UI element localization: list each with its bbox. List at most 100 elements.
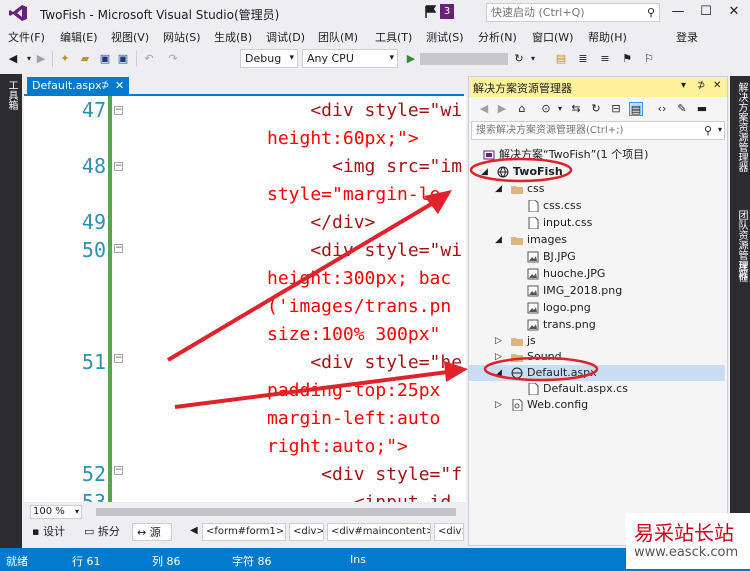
chevron-down-icon[interactable]: ▾ (718, 125, 722, 134)
tree-item-file-selected[interactable]: ◢ Default.aspx (469, 365, 725, 381)
tree-item-folder[interactable]: ◢ css (469, 181, 725, 197)
refresh-dropdown-icon[interactable]: ▾ (526, 52, 540, 66)
source-view-tab[interactable]: ↔ 源 (132, 523, 172, 541)
chevron-down-icon[interactable]: ▾ (681, 80, 686, 91)
view-code-icon[interactable]: ‹› (655, 102, 669, 116)
tree-item-file[interactable]: trans.png (469, 317, 725, 333)
horizontal-scrollbar[interactable] (96, 508, 456, 516)
code-editor[interactable]: − − − − − 47 48 49 50 51 52 53 <div styl… (24, 96, 466, 502)
expand-arrow-icon[interactable]: ▷ (495, 397, 502, 413)
expand-arrow-icon[interactable]: ▷ (495, 349, 502, 365)
prev-bookmark-icon[interactable]: ⚐ (642, 52, 656, 66)
forward-arrow-icon[interactable]: ▶ (34, 52, 48, 66)
menu-website[interactable]: 网站(S) (163, 29, 201, 45)
maximize-button[interactable]: ☐ (694, 3, 718, 21)
tree-item-file[interactable]: input.css (469, 215, 725, 231)
menu-build[interactable]: 生成(B) (214, 29, 252, 45)
pin-icon[interactable]: ⊅ (101, 77, 109, 95)
refresh-icon[interactable]: ↻ (512, 52, 526, 66)
notification-badge[interactable]: 3 (440, 4, 454, 19)
show-all-files-icon[interactable]: ▤ (629, 102, 643, 116)
quick-launch-input[interactable] (487, 4, 637, 21)
collapse-toggle[interactable]: − (114, 244, 123, 253)
properties-side-tab[interactable]: 属性 (734, 262, 749, 282)
menu-file[interactable]: 文件(F) (8, 29, 45, 45)
menu-tools[interactable]: 工具(T) (375, 29, 412, 45)
design-view-tab[interactable]: ▪ 设计 (28, 523, 78, 541)
home-icon[interactable]: ⌂ (515, 102, 529, 116)
expand-arrow-icon[interactable]: ◢ (495, 232, 502, 248)
solution-configuration-select[interactable]: Debug ▾ (240, 49, 298, 68)
uncomment-icon[interactable]: ≡ (598, 52, 612, 66)
blurred-browser-target[interactable] (420, 53, 508, 65)
solution-explorer-side-tab[interactable]: 解决方案资源管理器 (734, 82, 749, 172)
pin-icon[interactable]: ⊅ (697, 80, 705, 91)
tree-item-folder[interactable]: ▷ js (469, 333, 725, 349)
zoom-level-select[interactable]: 100 % ▾ (30, 505, 82, 519)
redo-icon[interactable]: ↷ (166, 52, 180, 66)
quick-launch-box[interactable]: ⚲ (486, 3, 660, 22)
expand-arrow-icon[interactable]: ◢ (495, 365, 502, 381)
close-tab-icon[interactable]: ✕ (115, 77, 124, 95)
chevron-down-icon[interactable]: ▾ (553, 102, 567, 116)
menu-debug[interactable]: 调试(D) (266, 29, 305, 45)
collapse-toggle[interactable]: − (114, 354, 123, 363)
breadcrumb-left-arrow-icon[interactable]: ◀ (190, 525, 198, 536)
undo-icon[interactable]: ↶ (142, 52, 156, 66)
toolbox-tab[interactable]: 工具箱 (4, 80, 19, 110)
breadcrumb-div[interactable]: <div> (289, 523, 324, 541)
collapse-toggle[interactable]: − (114, 106, 123, 115)
minimize-button[interactable]: — (666, 3, 690, 21)
tree-item-file[interactable]: huoche.JPG (469, 266, 725, 282)
tree-item-solution[interactable]: 解决方案“TwoFish”(1 个项目) (469, 147, 725, 163)
close-button[interactable]: ✕ (722, 3, 746, 21)
collapse-toggle[interactable]: − (114, 466, 123, 475)
forward-icon[interactable]: ▶ (495, 102, 509, 116)
tree-item-file[interactable]: css.css (469, 198, 725, 214)
expand-arrow-icon[interactable]: ▷ (495, 333, 502, 349)
tree-item-file[interactable]: logo.png (469, 300, 725, 316)
back-icon[interactable]: ◀ (477, 102, 491, 116)
breadcrumb-form[interactable]: <form#form1> (202, 523, 286, 541)
expand-arrow-icon[interactable]: ◢ (495, 181, 502, 197)
solution-platform-select[interactable]: Any CPU ▾ (302, 49, 398, 68)
toolbar-tool-icon[interactable]: ▤ (554, 52, 568, 66)
solution-explorer-search[interactable]: ⚲ ▾ (471, 121, 725, 140)
collapse-toggle[interactable]: − (114, 162, 123, 171)
toolbox-strip[interactable]: 工具箱 (0, 74, 22, 548)
feedback-flag-icon[interactable] (424, 5, 438, 19)
tree-item-file[interactable]: IMG_2018.png (469, 283, 725, 299)
preview-icon[interactable]: ▬ (695, 102, 709, 116)
menu-help[interactable]: 帮助(H) (588, 29, 627, 45)
sign-in-link[interactable]: 登录 (676, 29, 698, 45)
tab-default-aspx[interactable]: Default.aspx ⊅ ✕ (27, 77, 129, 95)
menu-analyze[interactable]: 分析(N) (478, 29, 517, 45)
sync-icon[interactable]: ⇆ (569, 102, 583, 116)
menu-edit[interactable]: 编辑(E) (60, 29, 98, 45)
properties-wrench-icon[interactable]: ✎ (675, 102, 689, 116)
solution-search-input[interactable] (472, 122, 692, 139)
tree-item-file[interactable]: BJ.JPG (469, 249, 725, 265)
breadcrumb-div[interactable]: <div> (434, 523, 464, 541)
menu-window[interactable]: 窗口(W) (532, 29, 573, 45)
tree-item-folder[interactable]: ▷ Sound (469, 349, 725, 365)
tree-item-project[interactable]: ◢ TwoFish (469, 164, 725, 180)
menu-test[interactable]: 测试(S) (426, 29, 464, 45)
new-project-icon[interactable]: ✦ (58, 52, 72, 66)
refresh-icon[interactable]: ↻ (589, 102, 603, 116)
menu-view[interactable]: 视图(V) (111, 29, 149, 45)
tree-item-folder[interactable]: ◢ images (469, 232, 725, 248)
save-all-icon[interactable]: ▣ (116, 52, 130, 66)
split-view-tab[interactable]: ▭ 拆分 (80, 523, 130, 541)
tree-item-file[interactable]: ▷ Web.config (469, 397, 725, 413)
bookmark-icon[interactable]: ⚑ (620, 52, 634, 66)
start-debugging-icon[interactable]: ▶ (404, 52, 418, 66)
comment-icon[interactable]: ≣ (576, 52, 590, 66)
close-icon[interactable]: ✕ (713, 80, 721, 91)
breadcrumb-maincontent[interactable]: <div#maincontent> (327, 523, 431, 541)
save-icon[interactable]: ▣ (98, 52, 112, 66)
pending-changes-icon[interactable]: ⊙ (539, 102, 553, 116)
collapse-all-icon[interactable]: ⊟ (609, 102, 623, 116)
back-arrow-icon[interactable]: ◀ (6, 52, 20, 66)
open-folder-icon[interactable]: ▰ (78, 52, 92, 66)
